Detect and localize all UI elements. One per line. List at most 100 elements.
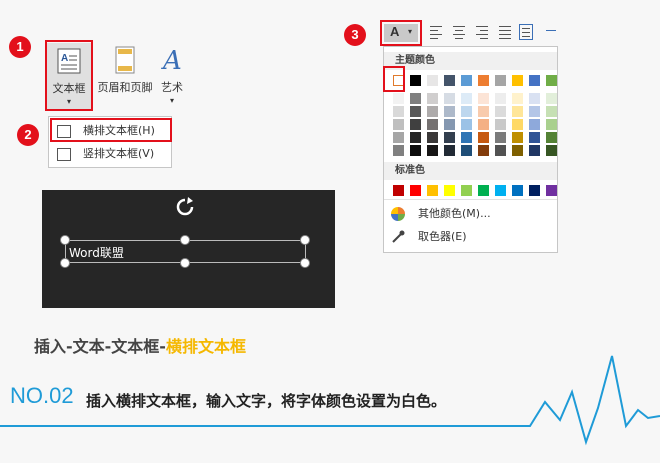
theme-shade-swatch[interactable] [529,93,540,104]
theme-shade-swatch[interactable] [461,132,472,143]
align-center-button[interactable] [451,22,469,42]
step-badge-3: 3 [344,24,366,46]
theme-shade-swatch[interactable] [461,93,472,104]
theme-color-swatch[interactable] [444,75,455,86]
standard-color-swatch[interactable] [478,185,489,196]
distributed-align-button[interactable] [518,22,536,42]
theme-shade-swatch[interactable] [495,119,506,130]
theme-shade-swatch[interactable] [478,93,489,104]
justify-button[interactable] [497,22,515,42]
theme-shade-swatch[interactable] [512,119,523,130]
theme-shade-swatch[interactable] [495,93,506,104]
theme-shade-swatch[interactable] [512,93,523,104]
standard-color-swatch[interactable] [393,185,404,196]
resize-handle[interactable] [60,235,70,245]
theme-shade-swatch[interactable] [546,93,557,104]
standard-color-swatch[interactable] [444,185,455,196]
theme-shade-swatch[interactable] [546,145,557,156]
standard-color-swatch[interactable] [529,185,540,196]
theme-color-swatch[interactable] [546,75,557,86]
theme-shade-swatch[interactable] [393,119,404,130]
theme-color-swatch[interactable] [529,75,540,86]
standard-color-swatch[interactable] [512,185,523,196]
theme-shade-swatch[interactable] [546,132,557,143]
more-colors-item[interactable]: 其他颜色(M)... [384,204,557,224]
theme-shade-swatch[interactable] [529,119,540,130]
textbox-button[interactable]: A 文本框 ▾ [47,43,91,109]
align-left-button[interactable] [428,22,446,42]
theme-shade-swatch[interactable] [512,145,523,156]
toolbar-overflow [546,30,556,31]
color-wheel-icon [391,207,405,221]
theme-shade-swatch[interactable] [393,93,404,104]
theme-shade-swatch[interactable] [512,132,523,143]
theme-shade-swatch[interactable] [427,93,438,104]
theme-shade-swatch[interactable] [529,145,540,156]
theme-shade-swatch[interactable] [427,119,438,130]
resize-handle[interactable] [300,235,310,245]
theme-color-swatch[interactable] [512,75,523,86]
header-footer-button[interactable]: 页眉和页脚 [93,45,157,101]
standard-color-swatch[interactable] [427,185,438,196]
theme-shade-swatch[interactable] [546,106,557,117]
theme-shade-swatch[interactable] [546,119,557,130]
font-color-picker: 主题颜色 标准色 其他颜色(M)... 取色器(E) [383,46,558,253]
chevron-down-icon: ▾ [66,97,71,106]
theme-color-swatch[interactable] [461,75,472,86]
standard-color-swatch[interactable] [495,185,506,196]
theme-shade-swatch[interactable] [478,145,489,156]
theme-shade-swatch[interactable] [410,93,421,104]
theme-shade-swatch[interactable] [444,119,455,130]
theme-shade-swatch[interactable] [529,132,540,143]
theme-shade-swatch[interactable] [478,106,489,117]
standard-color-swatch[interactable] [546,185,557,196]
theme-shade-swatch[interactable] [461,106,472,117]
resize-handle[interactable] [60,258,70,268]
theme-shade-swatch[interactable] [495,145,506,156]
theme-color-swatch[interactable] [495,75,506,86]
textbox-icon: A [57,48,81,74]
menu-item-vertical-textbox[interactable]: 竖排文本框(V) [49,144,171,164]
theme-shade-swatch[interactable] [427,132,438,143]
font-color-button[interactable]: A ▾ [384,24,418,42]
rotate-handle-icon[interactable] [174,196,196,218]
theme-shade-swatch[interactable] [478,119,489,130]
align-right-button[interactable] [474,22,492,42]
theme-shade-swatch[interactable] [512,106,523,117]
theme-shade-swatch[interactable] [444,132,455,143]
textbox-text[interactable]: Word联盟 [69,244,124,261]
wordart-button[interactable]: A 艺术 ▾ [157,45,187,111]
theme-shade-swatch[interactable] [427,145,438,156]
theme-shade-swatch[interactable] [444,93,455,104]
standard-color-swatch[interactable] [410,185,421,196]
resize-handle[interactable] [180,258,190,268]
divider [384,199,557,200]
menu-item-label: 竖排文本框(V) [83,147,155,160]
theme-shade-swatch[interactable] [410,132,421,143]
theme-shade-swatch[interactable] [461,119,472,130]
theme-color-swatch[interactable] [410,75,421,86]
highlight-frame-horizontal-textbox [50,118,172,142]
resize-handle[interactable] [300,258,310,268]
theme-shade-swatch[interactable] [478,132,489,143]
theme-shade-swatch[interactable] [410,119,421,130]
theme-shade-swatch[interactable] [495,132,506,143]
resize-handle[interactable] [180,235,190,245]
theme-shade-swatch[interactable] [410,106,421,117]
theme-shade-swatch[interactable] [393,106,404,117]
highlight-frame-white-swatch [383,66,405,92]
theme-shade-swatch[interactable] [427,106,438,117]
theme-shade-swatch[interactable] [444,106,455,117]
theme-shade-swatch[interactable] [410,145,421,156]
theme-shade-swatch[interactable] [393,145,404,156]
theme-color-swatch[interactable] [478,75,489,86]
theme-shade-swatch[interactable] [495,106,506,117]
theme-shade-swatch[interactable] [444,145,455,156]
standard-color-swatch[interactable] [461,185,472,196]
step-badge-2: 2 [17,124,39,146]
eyedropper-item[interactable]: 取色器(E) [384,227,557,247]
theme-color-swatch[interactable] [427,75,438,86]
theme-shade-swatch[interactable] [461,145,472,156]
theme-shade-swatch[interactable] [529,106,540,117]
theme-shade-swatch[interactable] [393,132,404,143]
